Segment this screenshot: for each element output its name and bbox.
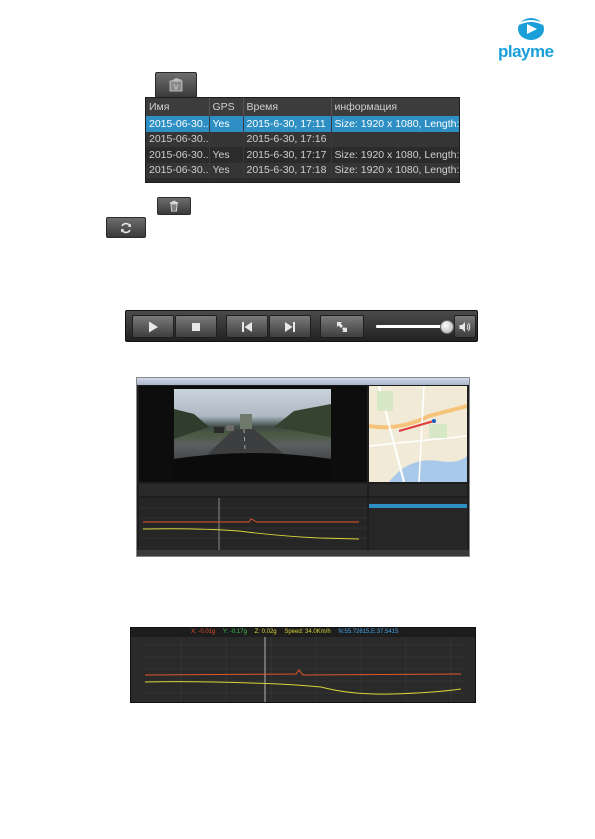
column-header-info[interactable]: информация [331, 98, 459, 116]
trash-icon [170, 200, 178, 212]
cell-gps: Yes [209, 116, 244, 132]
file-list-table: Имя GPS Время информация 2015-06-30... Y… [145, 97, 460, 183]
table-header: Имя GPS Время информация [146, 98, 459, 116]
stop-button[interactable] [175, 315, 217, 338]
playme-logo: playme [496, 16, 566, 61]
skip-back-icon [242, 321, 252, 332]
app-window-screenshot [136, 377, 470, 557]
cell-gps [209, 131, 244, 147]
playme-logo-mark [518, 18, 544, 40]
cell-gps: Yes [209, 162, 244, 178]
stop-icon [192, 322, 200, 331]
fullscreen-icon [337, 321, 347, 332]
legend-z: Z: 0.02g [254, 629, 277, 635]
cell-info: Size: 1920 x 1080, Length:00: [331, 147, 459, 163]
cell-name: 2015-06-30... [146, 147, 210, 163]
play-button[interactable] [132, 315, 174, 338]
speaker-icon [459, 321, 471, 332]
video-player-area[interactable] [139, 386, 367, 482]
sensor-graph-mini [139, 498, 367, 550]
selected-row [369, 504, 467, 508]
cell-name: 2015-06-30... [146, 131, 210, 147]
table-row[interactable]: 2015-06-30... Yes 2015-6-30, 17:17 Size:… [146, 147, 459, 163]
column-header-gps[interactable]: GPS [209, 98, 244, 116]
previous-button[interactable] [226, 315, 268, 338]
refresh-button[interactable] [106, 217, 146, 238]
sensor-graph: X: -0.01g Y: -0.17g Z: 0.02g Speed: 34.0… [130, 627, 476, 703]
next-button[interactable] [269, 315, 311, 338]
cell-time: 2015-6-30, 17:11 [243, 116, 332, 132]
table-row[interactable]: 2015-06-30... Yes 2015-6-30, 17:11 Size:… [146, 116, 459, 132]
table-row[interactable]: 2015-06-30... Yes 2015-6-30, 17:18 Size:… [146, 162, 459, 178]
refresh-icon [121, 222, 131, 233]
volume-fill [376, 325, 445, 328]
volume-handle[interactable] [440, 320, 454, 334]
status-bar [137, 550, 469, 556]
cell-info: Size: 1920 x 1080, Length:00: [331, 116, 459, 132]
legend-coords: N:55.72615,E:37.5415 [338, 629, 399, 635]
mini-player-controls[interactable] [139, 484, 367, 496]
gps-map-view[interactable] [369, 386, 467, 482]
cell-gps: Yes [209, 147, 244, 163]
play-icon [149, 321, 158, 332]
delete-button[interactable] [157, 197, 191, 215]
column-header-name[interactable]: Имя [146, 98, 210, 116]
cell-name: 2015-06-30... [146, 116, 210, 132]
app-title-bar [137, 378, 469, 385]
logo-text: playme [498, 42, 554, 61]
skip-forward-icon [285, 321, 295, 332]
fullscreen-button[interactable] [320, 315, 364, 338]
cell-time: 2015-6-30, 17:17 [243, 147, 332, 163]
column-header-time[interactable]: Время [243, 98, 332, 116]
cell-time: 2015-6-30, 17:18 [243, 162, 332, 178]
file-list-mini[interactable] [369, 498, 467, 550]
table-row[interactable]: 2015-06-30... 2015-6-30, 17:16 [146, 131, 459, 147]
legend-y: Y: -0.17g [222, 629, 247, 635]
folder-video-icon: V [169, 78, 183, 92]
map-controls[interactable] [369, 484, 467, 496]
mute-button[interactable] [454, 315, 476, 338]
cell-info: Size: 1920 x 1080, Length:00: [331, 162, 459, 178]
video-frame [174, 389, 331, 479]
cell-name: 2015-06-30... [146, 162, 210, 178]
player-control-bar [125, 310, 478, 342]
import-button[interactable]: V [155, 72, 197, 98]
cell-info [331, 131, 459, 147]
legend-speed: Speed: 34.0Km/h [284, 629, 331, 635]
graph-legend: X: -0.01g Y: -0.17g Z: 0.02g Speed: 34.0… [131, 628, 475, 637]
svg-text:V: V [174, 85, 179, 92]
cell-time: 2015-6-30, 17:16 [243, 131, 332, 147]
legend-x: X: -0.01g [191, 629, 216, 635]
